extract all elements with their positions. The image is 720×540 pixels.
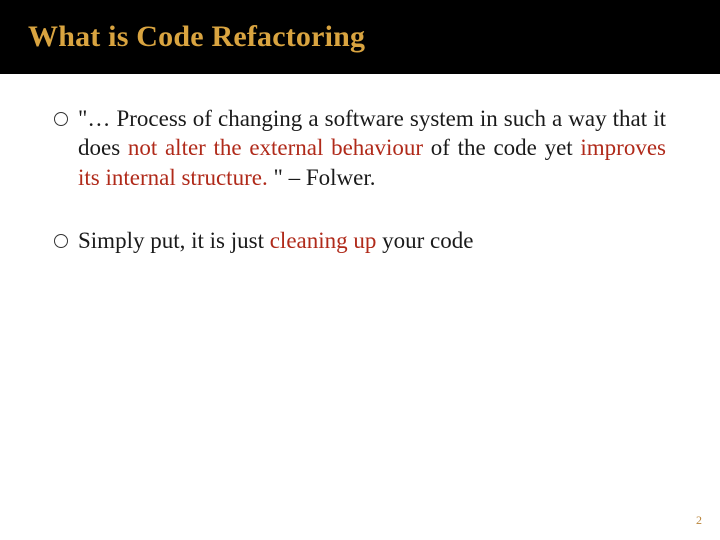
text-run: Simply put, it is just [78,228,270,253]
page-number: 2 [696,513,702,528]
slide: What is Code Refactoring "… Process of c… [0,0,720,540]
text-run: your code [376,228,473,253]
slide-title: What is Code Refactoring [28,20,365,54]
bullet-icon [54,112,68,126]
text-run: of the code yet [423,135,580,160]
title-bar: What is Code Refactoring [0,0,720,74]
bullet-item: "… Process of changing a software system… [54,104,666,192]
highlight-text: cleaning up [270,228,377,253]
slide-content: "… Process of changing a software system… [0,74,720,256]
text-run: " – Folwer. [268,165,376,190]
bullet-text: Simply put, it is just cleaning up your … [78,226,666,255]
bullet-text: "… Process of changing a software system… [78,104,666,192]
highlight-text: not alter the external behaviour [128,135,423,160]
bullet-item: Simply put, it is just cleaning up your … [54,226,666,255]
bullet-icon [54,234,68,248]
